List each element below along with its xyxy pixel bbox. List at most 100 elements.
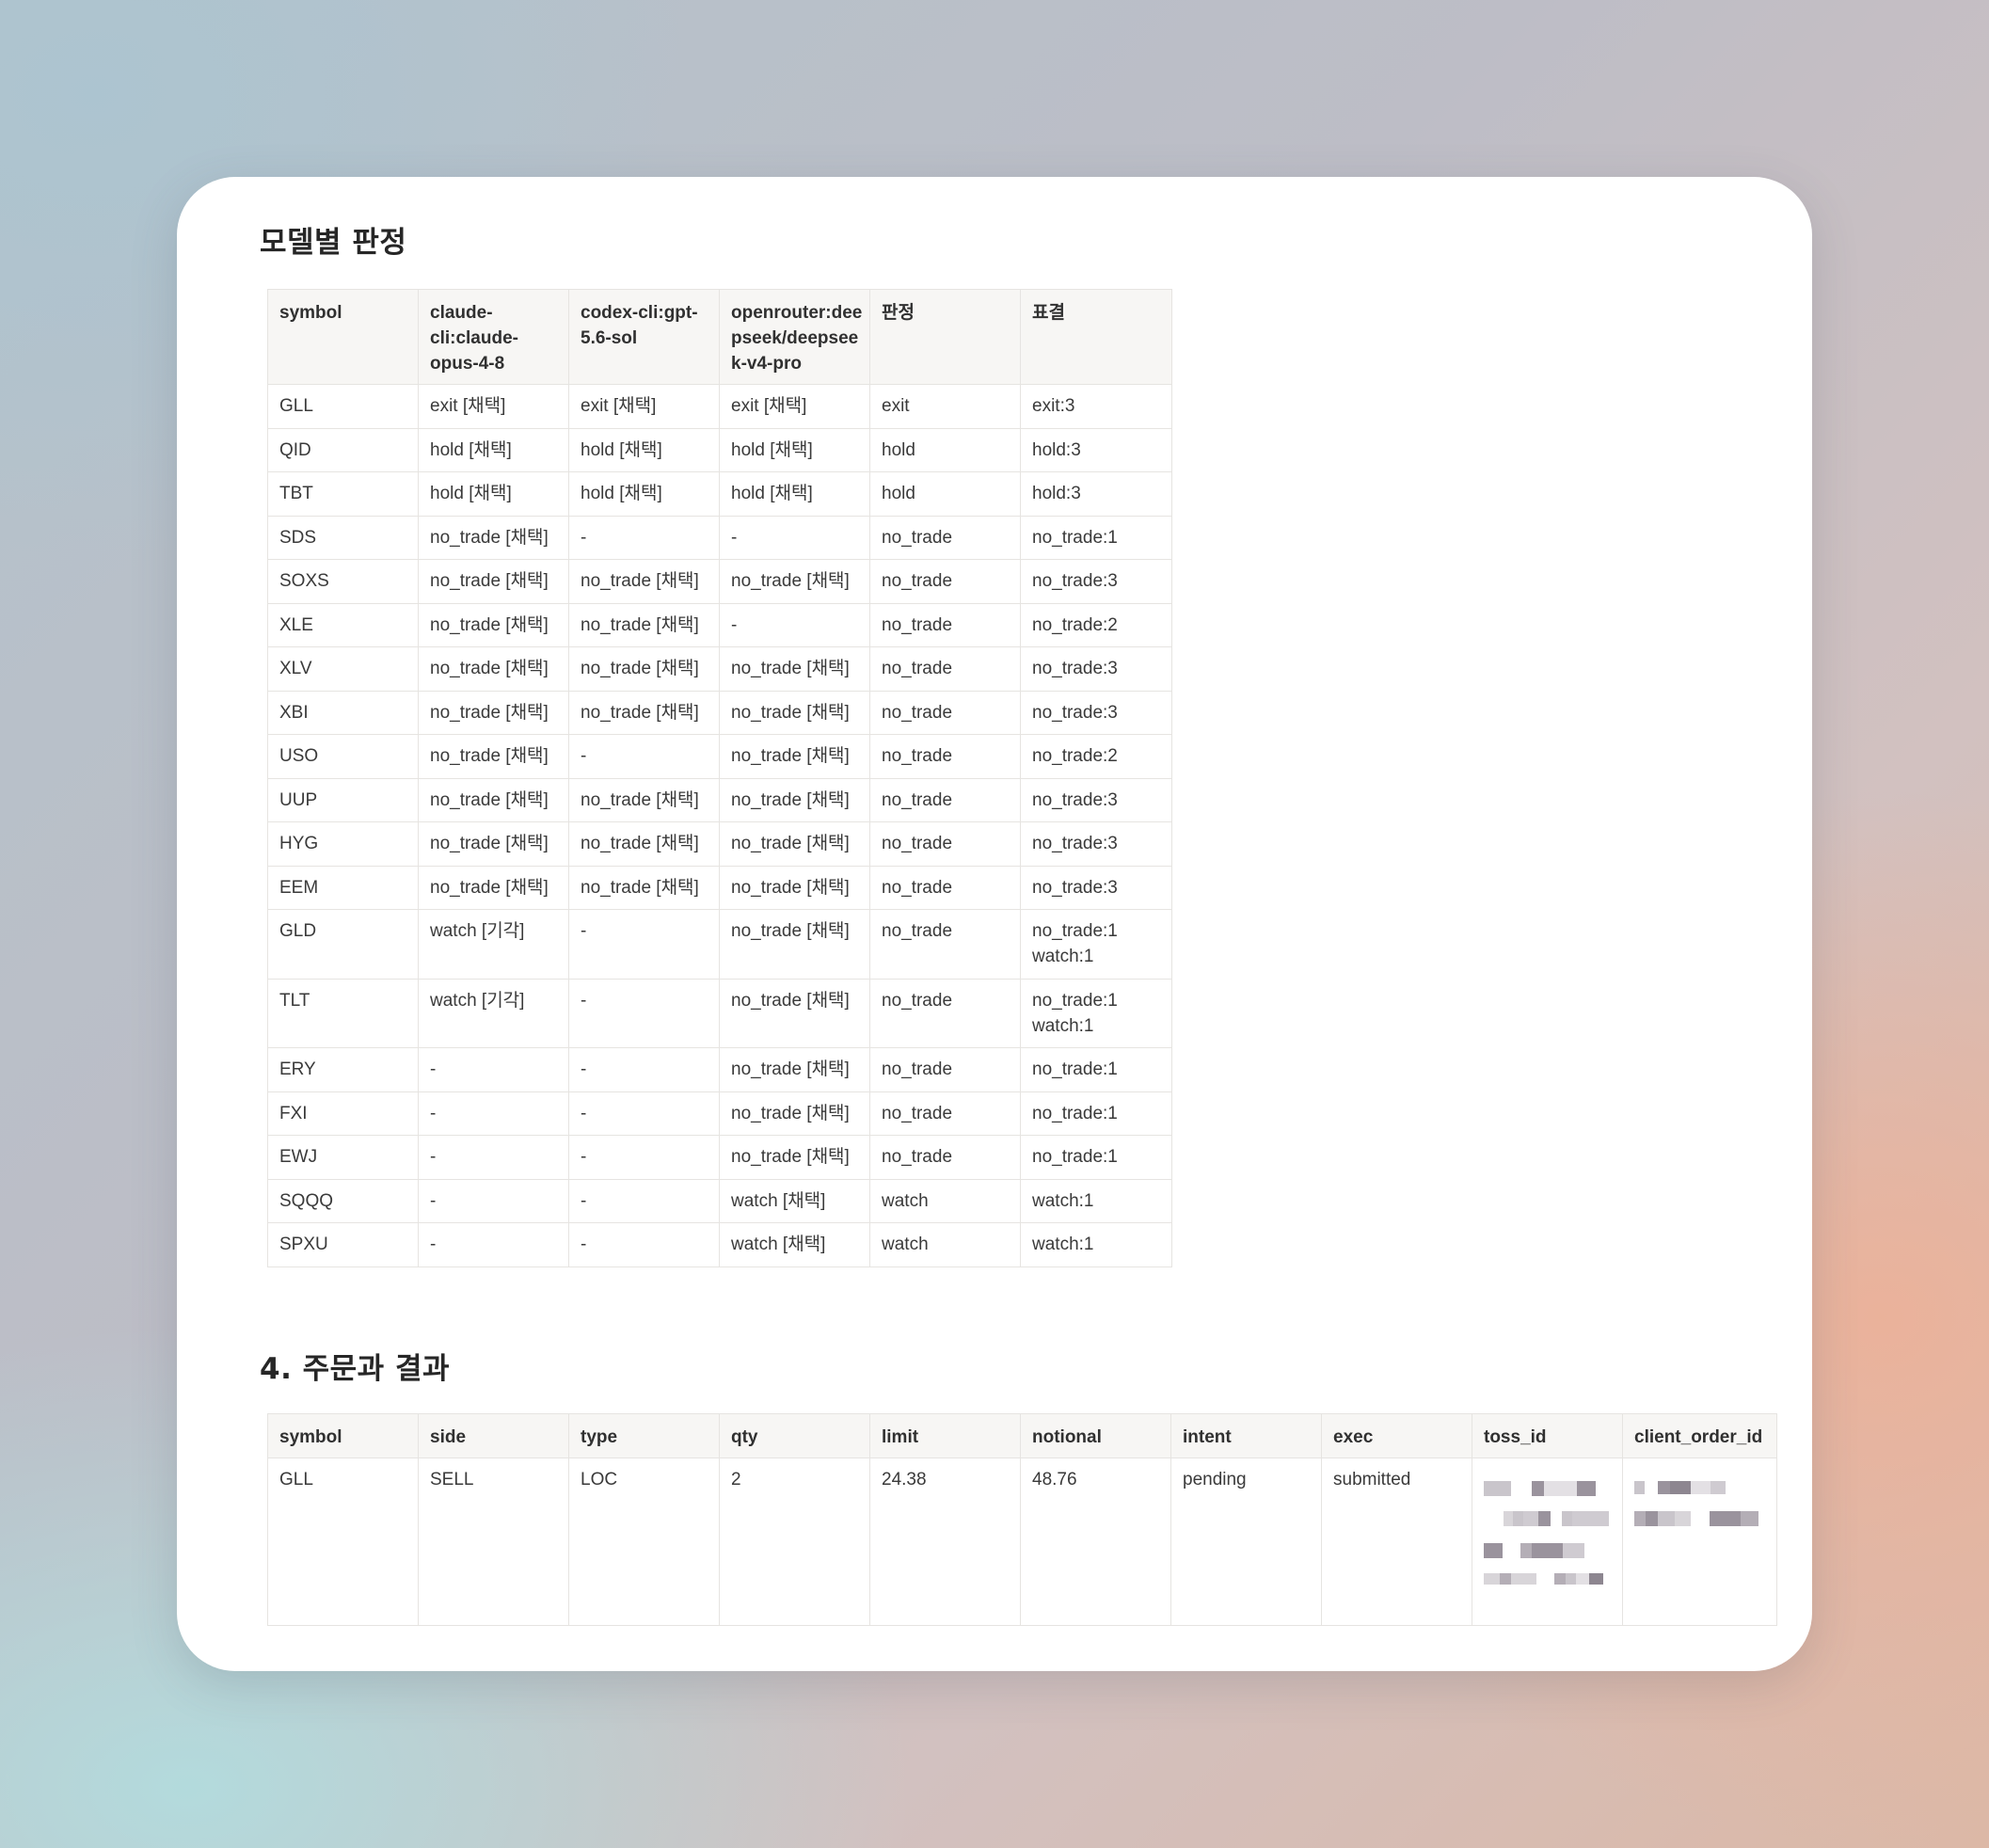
table-cell: TLT bbox=[267, 978, 419, 1048]
table-cell: - bbox=[418, 1091, 569, 1136]
redaction-pixel bbox=[1554, 1573, 1566, 1585]
redacted-toss-id bbox=[1472, 1458, 1623, 1626]
table-cell: hold [채택] bbox=[719, 471, 870, 517]
table-cell: no_trade [채택] bbox=[719, 777, 870, 822]
table-cell: exit [채택] bbox=[719, 384, 870, 429]
table-row: GLD watch [기각] - no_trade [채택] no_trade no_tr… bbox=[267, 909, 1172, 980]
table-cell: no_trade [채택] bbox=[719, 978, 870, 1048]
column-header: 판정 bbox=[869, 289, 1021, 385]
redaction-pixel bbox=[1563, 1543, 1584, 1558]
table-cell: no_trade [채택] bbox=[568, 646, 720, 692]
redaction-pixel bbox=[1572, 1511, 1587, 1526]
table-cell: no_trade bbox=[869, 515, 1021, 560]
table-cell: no_trade [채택] bbox=[719, 909, 870, 980]
table-cell: no_trade [채택] bbox=[568, 821, 720, 867]
table-cell: - bbox=[418, 1222, 569, 1267]
table-row: SQQQ - - watch [채택] watch watch:1 bbox=[267, 1178, 1172, 1223]
table-cell: no_trade [채택] bbox=[719, 646, 870, 692]
redaction-pixel bbox=[1532, 1543, 1544, 1558]
table-cell: - bbox=[568, 1091, 720, 1136]
table-cell: no_trade [채택] bbox=[719, 1135, 870, 1180]
table-cell: no_trade [채택] bbox=[568, 865, 720, 910]
column-header: symbol bbox=[267, 1413, 419, 1458]
table-row: XLE no_trade [채택] no_trade [채택] - no_trade no… bbox=[267, 602, 1172, 647]
redaction-pixel bbox=[1484, 1481, 1501, 1496]
table-cell: hold bbox=[869, 471, 1021, 517]
table-cell: watch:1 bbox=[1020, 1222, 1172, 1267]
table-cell: 48.76 bbox=[1020, 1458, 1171, 1626]
table-cell: no_trade:1 watch:1 bbox=[1020, 909, 1172, 980]
redaction-pixel bbox=[1589, 1573, 1603, 1585]
redaction-pixel bbox=[1577, 1481, 1596, 1496]
table-cell: no_trade [채택] bbox=[418, 690, 569, 735]
table-cell: no_trade [채택] bbox=[418, 602, 569, 647]
table-cell: no_trade bbox=[869, 602, 1021, 647]
table-cell: no_trade [채택] bbox=[719, 821, 870, 867]
table-cell: no_trade bbox=[869, 1135, 1021, 1180]
table-cell: no_trade [채택] bbox=[719, 690, 870, 735]
redaction-pixel bbox=[1711, 1481, 1726, 1494]
table-cell: pending bbox=[1170, 1458, 1322, 1626]
table-cell: no_trade:1 bbox=[1020, 1135, 1172, 1180]
column-header: type bbox=[568, 1413, 720, 1458]
table-cell: watch [기각] bbox=[418, 978, 569, 1048]
section-heading-model-verdicts: 모델별 판정 bbox=[260, 226, 407, 260]
table-cell: no_trade [채택] bbox=[568, 559, 720, 604]
table-cell: XBI bbox=[267, 690, 419, 735]
redaction-pixel bbox=[1741, 1511, 1758, 1526]
table-cell: LOC bbox=[568, 1458, 720, 1626]
table-cell: - bbox=[719, 602, 870, 647]
table-cell: no_trade:1 watch:1 bbox=[1020, 978, 1172, 1048]
table-cell: no_trade bbox=[869, 821, 1021, 867]
table-cell: no_trade [채택] bbox=[418, 515, 569, 560]
table-cell: no_trade bbox=[869, 777, 1021, 822]
table-cell: SELL bbox=[418, 1458, 569, 1626]
table-row: EWJ - - no_trade [채택] no_trade no_trade:1 bbox=[267, 1135, 1172, 1180]
table-cell: no_trade [채택] bbox=[568, 602, 720, 647]
table-cell: exit [채택] bbox=[568, 384, 720, 429]
table-cell: no_trade [채택] bbox=[719, 559, 870, 604]
redaction-pixel bbox=[1544, 1481, 1557, 1496]
table-row: XBI no_trade [채택] no_trade [채택] no_trade [채… bbox=[267, 690, 1172, 735]
table-cell: no_trade:3 bbox=[1020, 690, 1172, 735]
column-header: limit bbox=[869, 1413, 1021, 1458]
table-cell: no_trade [채택] bbox=[568, 690, 720, 735]
column-header: intent bbox=[1170, 1413, 1322, 1458]
redaction-pixel bbox=[1634, 1511, 1646, 1526]
table-cell: - bbox=[418, 1135, 569, 1180]
table-cell: no_trade [채택] bbox=[418, 646, 569, 692]
table-cell: GLL bbox=[267, 384, 419, 429]
table-cell: no_trade bbox=[869, 734, 1021, 779]
table-cell: 2 bbox=[719, 1458, 870, 1626]
table-cell: exit [채택] bbox=[418, 384, 569, 429]
table-cell: no_trade:3 bbox=[1020, 559, 1172, 604]
table-cell: SDS bbox=[267, 515, 419, 560]
table-cell: no_trade bbox=[869, 909, 1021, 980]
table-cell: no_trade bbox=[869, 1091, 1021, 1136]
table-cell: no_trade [채택] bbox=[568, 777, 720, 822]
table-cell: SOXS bbox=[267, 559, 419, 604]
table-cell: hold [채택] bbox=[568, 427, 720, 472]
table-row: GLL exit [채택] exit [채택] exit [채택] exit exit:3 bbox=[267, 384, 1172, 429]
table-cell: GLL bbox=[267, 1458, 419, 1626]
table-cell: - bbox=[418, 1047, 569, 1092]
redaction-pixel bbox=[1500, 1573, 1511, 1585]
column-header: codex-cli:gpt- 5.6-sol bbox=[568, 289, 720, 385]
table-cell: SQQQ bbox=[267, 1178, 419, 1223]
table-cell: HYG bbox=[267, 821, 419, 867]
page-background: { "model_section": { "heading": "모델별 판정"… bbox=[0, 0, 1989, 1848]
model-verdict-table: symbol claude-cli:claude-opus-4-8 codex-… bbox=[267, 289, 1172, 1267]
redaction-pixel bbox=[1527, 1573, 1536, 1585]
column-header: symbol bbox=[267, 289, 419, 385]
table-cell: - bbox=[568, 1135, 720, 1180]
table-cell: no_trade bbox=[869, 865, 1021, 910]
redaction-pixel bbox=[1504, 1511, 1513, 1526]
table-cell: hold bbox=[869, 427, 1021, 472]
redaction-pixel bbox=[1484, 1573, 1500, 1585]
redaction-pixel bbox=[1658, 1481, 1670, 1494]
redaction-pixel bbox=[1587, 1511, 1609, 1526]
table-cell: - bbox=[568, 978, 720, 1048]
table-row: GLL SELL LOC 2 24.38 48.76 pending submitted bbox=[267, 1458, 1777, 1626]
table-cell: hold:3 bbox=[1020, 427, 1172, 472]
redaction-pixel bbox=[1670, 1481, 1691, 1494]
